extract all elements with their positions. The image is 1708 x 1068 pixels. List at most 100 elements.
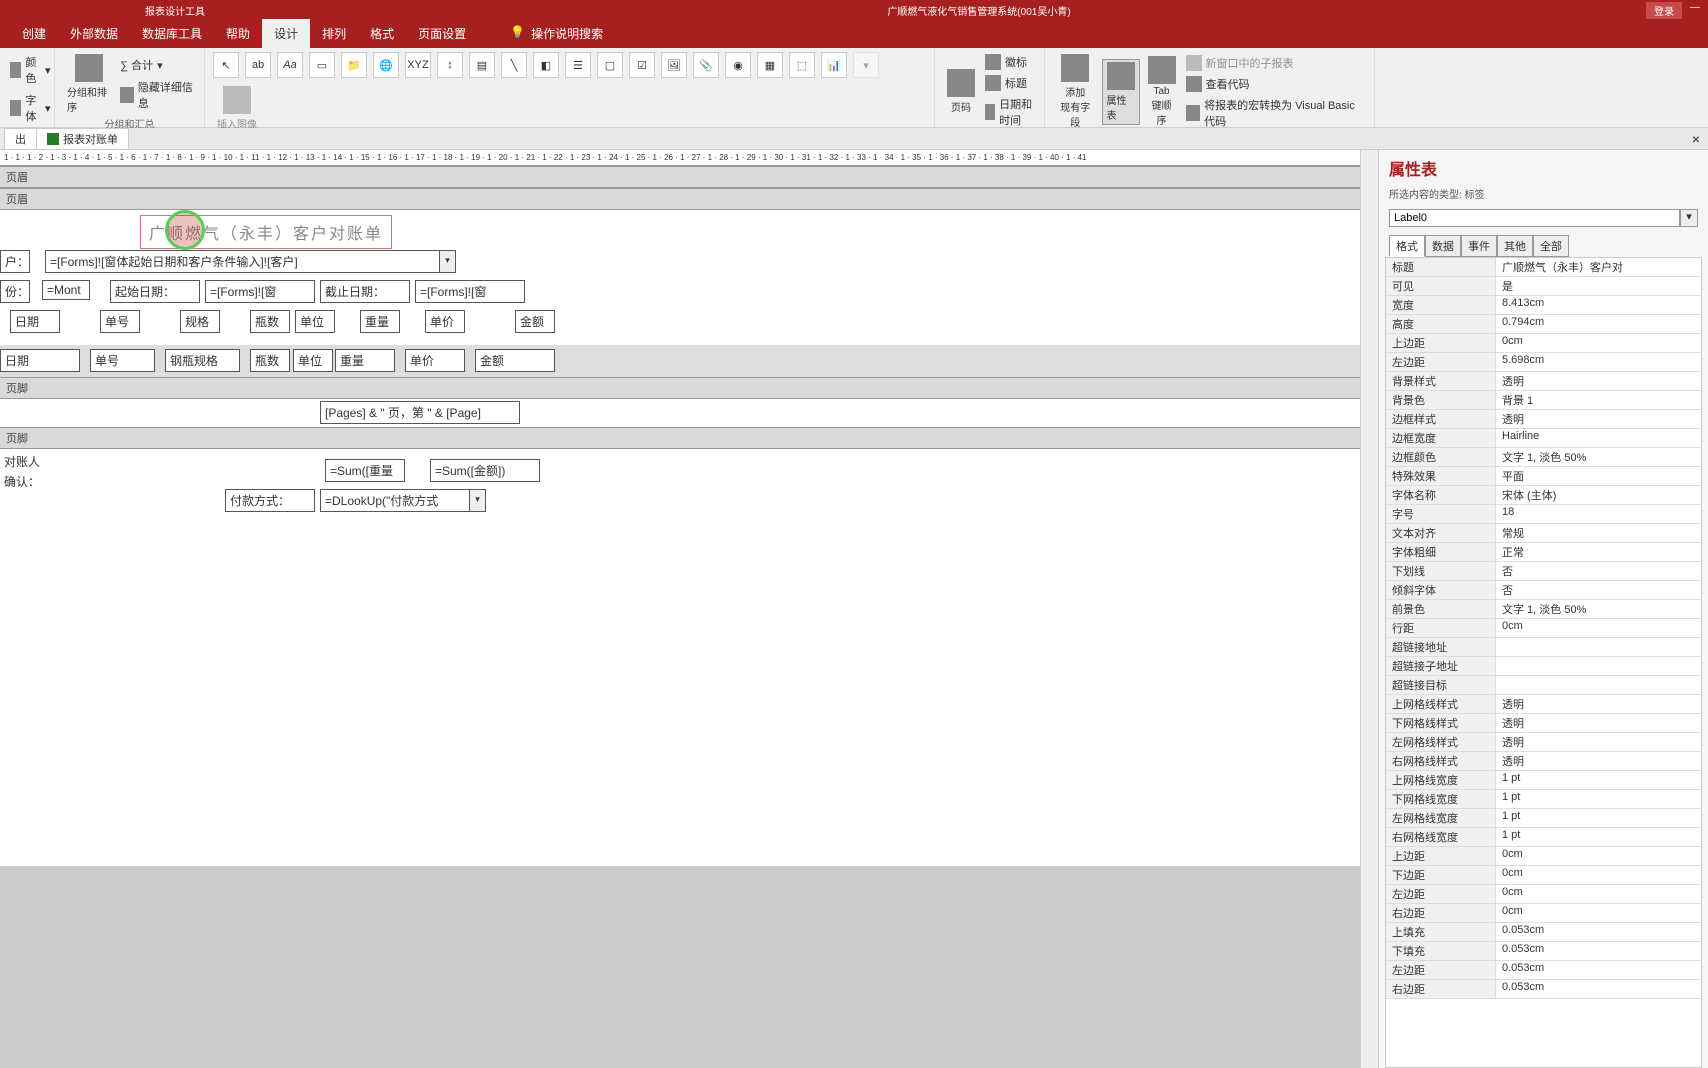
doc-tab-report[interactable]: 报表对账单 [36,128,129,149]
page-header-band[interactable]: 广顺燃气（永丰）客户对账单 户： =[Forms]![窗体起始日期和客户条件输入… [0,210,1360,345]
property-value[interactable]: 透明 [1496,733,1701,751]
chart-icon[interactable]: 📊 [821,52,847,78]
page-footer-band[interactable]: [Pages] & " 页，第 " & [Page] [0,399,1360,427]
property-value[interactable]: 宋体 (主体) [1496,486,1701,504]
property-value[interactable]: 否 [1496,562,1701,580]
reconciler-label[interactable]: 对账人 [0,451,60,472]
page-footer-bar[interactable]: 页脚 [0,377,1360,399]
detail-price[interactable]: 单价 [405,349,465,372]
col-date[interactable]: 日期 [10,310,60,333]
property-value[interactable]: 1 pt [1496,828,1701,846]
combo-arrow-icon[interactable]: ▾ [470,489,486,512]
subform-icon[interactable]: ▦ [757,52,783,78]
combobox-icon[interactable]: ▤ [469,52,495,78]
property-value[interactable]: 透明 [1496,695,1701,713]
property-row[interactable]: 超链接地址 [1386,638,1701,657]
property-row[interactable]: 标题广顺燃气（永丰）客户对 [1386,258,1701,277]
attach-icon[interactable]: 📎 [693,52,719,78]
property-row[interactable]: 超链接子地址 [1386,657,1701,676]
more-ctrl-icon[interactable]: ▾ [853,52,879,78]
vertical-scrollbar[interactable] [1360,150,1378,1068]
confirm-label[interactable]: 确认： [0,471,60,492]
property-row[interactable]: 左边距0.053cm [1386,961,1701,980]
page-header-bar[interactable]: 页眉 [0,188,1360,210]
property-row[interactable]: 行距0cm [1386,619,1701,638]
end-date-field[interactable]: =[Forms]![窗 [415,280,525,303]
button-icon[interactable]: ▭ [309,52,335,78]
detail-amount[interactable]: 金额 [475,349,555,372]
rect-icon[interactable]: ▢ [597,52,623,78]
start-date-field[interactable]: =[Forms]![窗 [205,280,315,303]
detail-spec[interactable]: 钢瓶规格 [165,349,240,372]
horizontal-ruler[interactable]: 1 · 1 · 1 · 2 · 1 · 3 · 1 · 4 · 1 · 5 · … [0,150,1360,166]
tell-me[interactable]: 💡 操作说明搜索 [498,19,615,48]
minimize-icon[interactable]: — [1690,2,1700,19]
sum-weight-field[interactable]: =Sum([重量 [325,459,405,482]
tab-pagesetup[interactable]: 页面设置 [406,19,478,48]
property-value[interactable]: 文字 1, 淡色 50% [1496,448,1701,466]
tab-order-button[interactable]: Tab 键顺序 [1144,54,1180,129]
detail-weight[interactable]: 重量 [335,349,395,372]
property-row[interactable]: 右网格线宽度1 pt [1386,828,1701,847]
property-row[interactable]: 右网格线样式透明 [1386,752,1701,771]
col-amount[interactable]: 金额 [515,310,555,333]
report-footer-band[interactable]: 对账人 确认： =Sum([重量 =Sum([金额]) 付款方式： =DLook… [0,449,1360,519]
detail-no[interactable]: 单号 [90,349,155,372]
property-row[interactable]: 高度0.794cm [1386,315,1701,334]
property-row[interactable]: 特殊效果平面 [1386,467,1701,486]
label-icon[interactable]: Aa [277,52,303,78]
property-value[interactable]: 0.053cm [1496,961,1701,979]
property-value[interactable]: 背景 1 [1496,391,1701,409]
detail-date[interactable]: 日期 [0,349,80,372]
line-icon[interactable]: ╲ [501,52,527,78]
tab-external[interactable]: 外部数据 [58,19,130,48]
property-value[interactable]: Hairline [1496,429,1701,447]
close-tab-icon[interactable]: × [1692,131,1700,147]
logo-button[interactable]: 徽标 [983,52,1036,72]
tab-help[interactable]: 帮助 [214,19,262,48]
textbox-icon[interactable]: ab [245,52,271,78]
property-row[interactable]: 上边距0cm [1386,847,1701,866]
property-sheet-button[interactable]: 属性表 [1102,59,1140,125]
datetime-button[interactable]: 日期和时间 [983,94,1036,130]
property-row[interactable]: 倾斜字体否 [1386,581,1701,600]
property-row[interactable]: 背景色背景 1 [1386,391,1701,410]
col-weight[interactable]: 重量 [360,310,400,333]
property-row[interactable]: 边框样式透明 [1386,410,1701,429]
customer-field[interactable]: =[Forms]![窗体起始日期和客户条件输入]![客户] [45,250,440,273]
property-row[interactable]: 下划线否 [1386,562,1701,581]
pointer-icon[interactable]: ↖ [213,52,239,78]
property-value[interactable]: 8.413cm [1496,296,1701,314]
selector-dropdown-icon[interactable]: ▾ [1680,209,1698,227]
property-value[interactable]: 是 [1496,277,1701,295]
property-row[interactable]: 文本对齐常规 [1386,524,1701,543]
property-row[interactable]: 左边距5.698cm [1386,353,1701,372]
group-sort-button[interactable]: 分组和排序 [63,52,114,116]
property-row[interactable]: 右边距0cm [1386,904,1701,923]
property-row[interactable]: 边框颜色文字 1, 淡色 50% [1386,448,1701,467]
payment-label[interactable]: 付款方式： [225,489,315,512]
detail-band[interactable]: 日期 单号 钢瓶规格 瓶数 单位 重量 单价 金额 [0,345,1360,377]
tab-arrange[interactable]: 排列 [310,19,358,48]
property-value[interactable]: 0.794cm [1496,315,1701,333]
hide-details-button[interactable]: 隐藏详细信息 [118,77,196,113]
title-button[interactable]: 标题 [983,73,1036,93]
property-row[interactable]: 前景色文字 1, 淡色 50% [1386,600,1701,619]
property-row[interactable]: 宽度8.413cm [1386,296,1701,315]
pagebreak-icon[interactable]: ↕ [437,52,463,78]
property-value[interactable]: 0cm [1496,619,1701,637]
property-row[interactable]: 左网格线样式透明 [1386,733,1701,752]
tab-icon[interactable]: 📁 [341,52,367,78]
fonts-button[interactable]: 字体▾ [8,90,53,126]
property-row[interactable]: 字号18 [1386,505,1701,524]
tab-dbtools[interactable]: 数据库工具 [130,19,214,48]
prop-tab-other[interactable]: 其他 [1497,235,1533,257]
image-icon[interactable]: 🖼 [661,52,687,78]
property-value[interactable] [1496,676,1701,694]
property-row[interactable]: 下填充0.053cm [1386,942,1701,961]
property-value[interactable]: 1 pt [1496,771,1701,789]
property-value[interactable]: 平面 [1496,467,1701,485]
property-value[interactable]: 0cm [1496,847,1701,865]
customer-label[interactable]: 户： [0,250,30,273]
property-row[interactable]: 上网格线样式透明 [1386,695,1701,714]
